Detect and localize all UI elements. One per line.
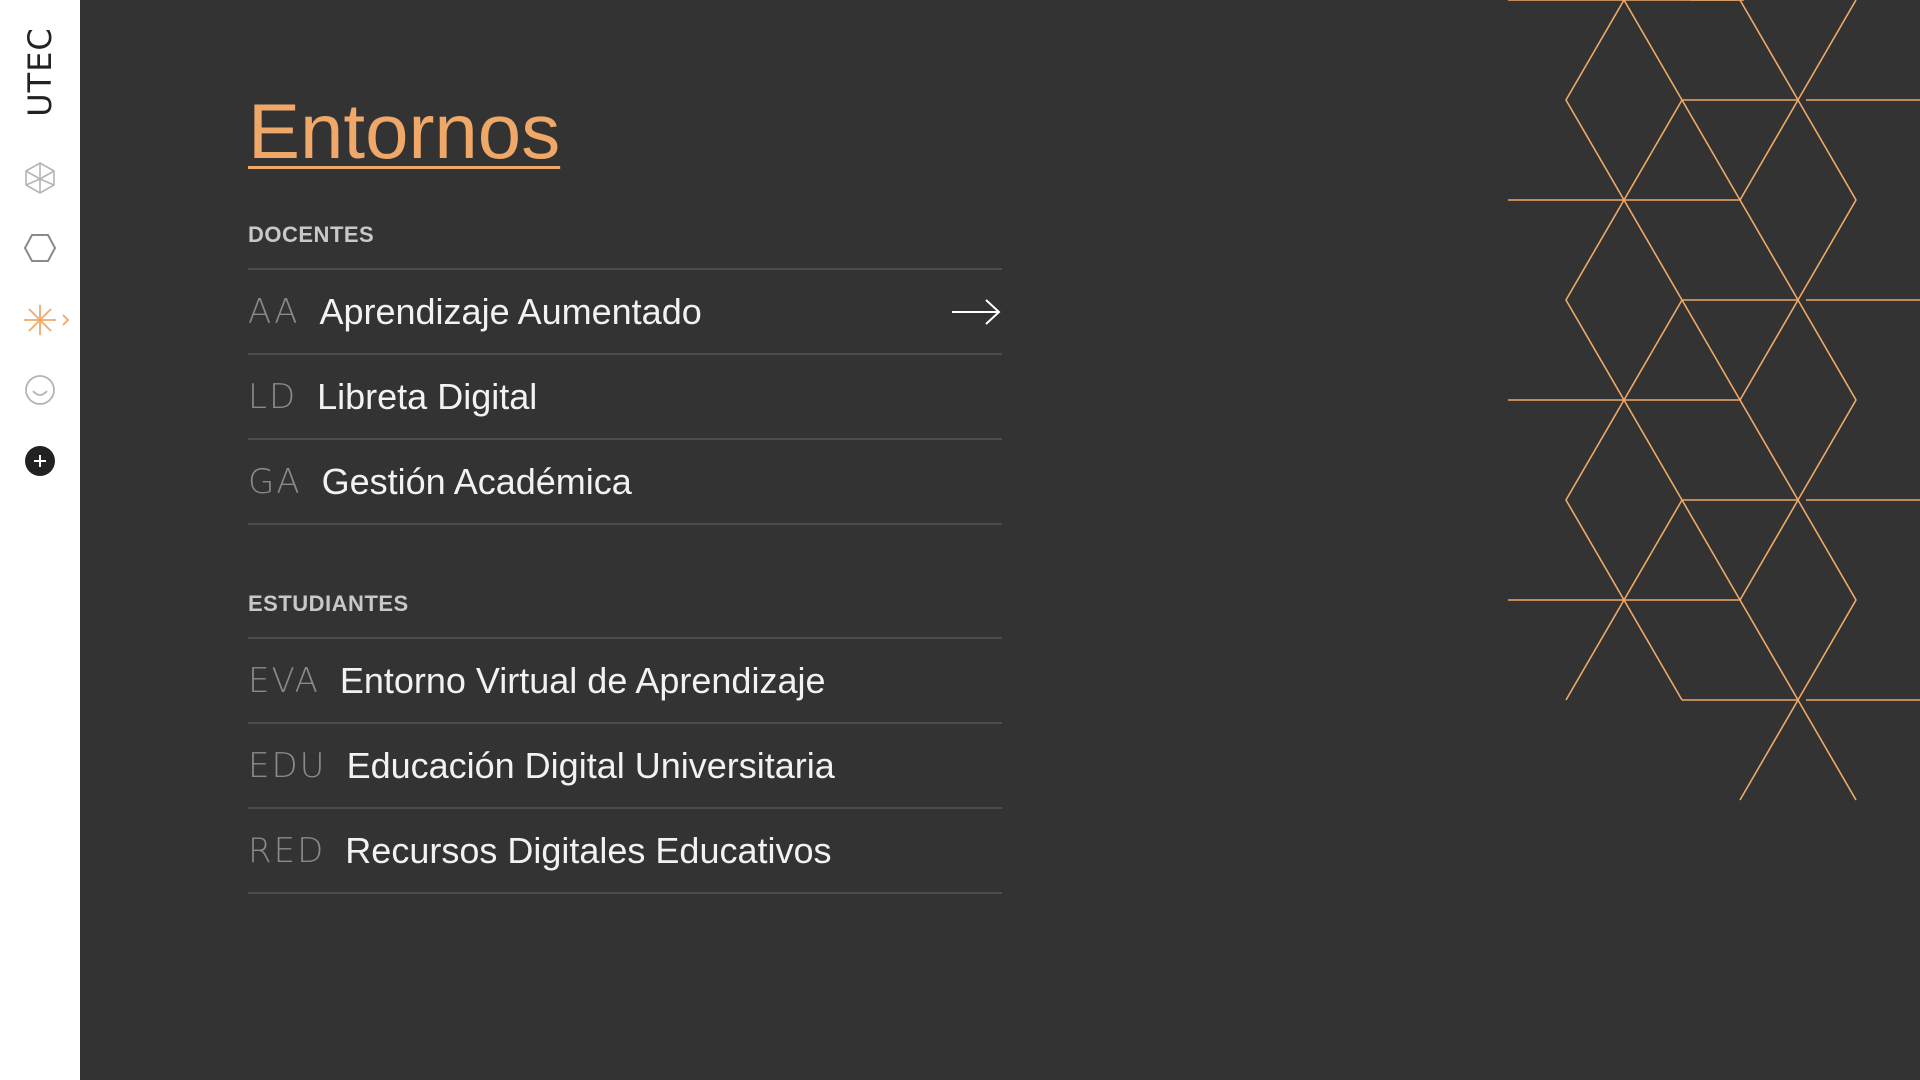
section-label-docentes: DOCENTES bbox=[248, 222, 375, 247]
list-item-ld[interactable]: LD Libreta Digital bbox=[248, 355, 1002, 440]
list-item-ga[interactable]: GA Gestión Académica bbox=[248, 440, 1002, 525]
item-code: EVA bbox=[248, 660, 320, 701]
item-code: LD bbox=[248, 376, 298, 417]
utec-logo[interactable]: UTEC bbox=[0, 24, 80, 120]
item-label: Gestión Académica bbox=[321, 460, 632, 502]
list-item-aa[interactable]: AA Aprendizaje Aumentado bbox=[248, 270, 1002, 355]
page-title: Entornos bbox=[248, 87, 561, 175]
item-label: Aprendizaje Aumentado bbox=[319, 290, 702, 332]
smiley-icon[interactable] bbox=[20, 370, 60, 410]
list-item-eva[interactable]: EVA Entorno Virtual de Aprendizaje bbox=[248, 639, 1002, 724]
list-item-edu[interactable]: EDU Educación Digital Universitaria bbox=[248, 724, 1002, 809]
item-code: AA bbox=[248, 291, 300, 332]
item-label: Libreta Digital bbox=[317, 375, 538, 417]
section-label-estudiantes: ESTUDIANTES bbox=[248, 591, 409, 616]
hexagon-icon[interactable] bbox=[20, 228, 60, 268]
item-label: Entorno Virtual de Aprendizaje bbox=[339, 659, 826, 701]
logo-text: UTEC bbox=[21, 27, 59, 117]
docentes-list: AA Aprendizaje Aumentado LD Libreta Digi… bbox=[248, 268, 1002, 525]
hexagon-pattern-decoration bbox=[1508, 0, 1920, 801]
item-label: Educación Digital Universitaria bbox=[346, 744, 835, 786]
list-item-red[interactable]: RED Recursos Digitales Educativos bbox=[248, 809, 1002, 894]
item-label: Recursos Digitales Educativos bbox=[345, 829, 832, 871]
item-code: EDU bbox=[248, 745, 327, 786]
chevron-right-icon bbox=[62, 314, 70, 326]
estudiantes-list: EVA Entorno Virtual de Aprendizaje EDU E… bbox=[248, 637, 1002, 894]
add-icon[interactable] bbox=[20, 441, 60, 481]
cube-icon[interactable] bbox=[20, 158, 60, 198]
asterisk-icon[interactable] bbox=[20, 300, 60, 340]
sidebar: UTEC bbox=[0, 0, 80, 1080]
item-code: GA bbox=[248, 461, 302, 502]
item-code: RED bbox=[248, 830, 326, 871]
arrow-right-icon[interactable] bbox=[950, 297, 1002, 327]
